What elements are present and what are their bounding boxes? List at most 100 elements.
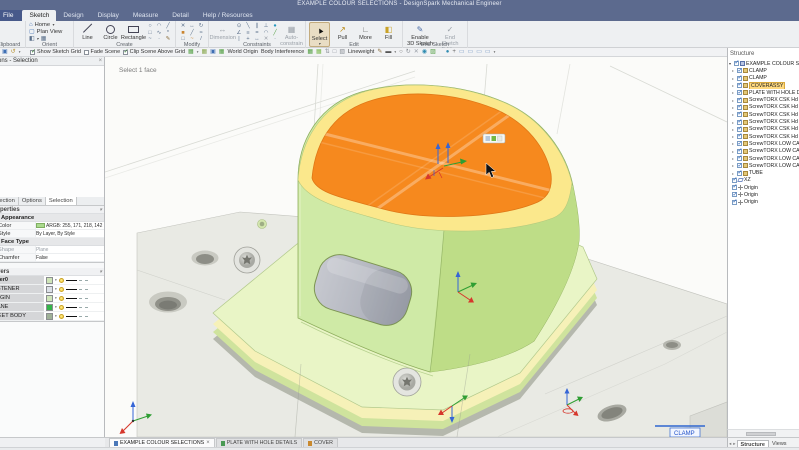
chevron-down-icon[interactable]: ▾ <box>19 50 21 54</box>
expand-icon[interactable]: ▸ <box>732 68 736 73</box>
toolbar-icon[interactable]: ▣ <box>2 48 8 56</box>
checkbox-box[interactable]: ✓ <box>123 49 129 55</box>
visibility-checkbox[interactable]: ✓ <box>737 126 743 132</box>
structure-tree-row[interactable]: ✓ Origin <box>728 191 799 198</box>
toolbar-icon[interactable]: ▧ <box>339 48 345 56</box>
mini-move-grid-icon[interactable] <box>485 136 491 141</box>
structure-tree-row[interactable]: ▸ ✓ ScrewTORX CSK Hd ISO 1 <box>728 96 799 103</box>
checkbox-box[interactable]: ✓ <box>30 49 36 55</box>
toolbar-text-button[interactable]: World Origin <box>227 49 257 55</box>
structure-tree-row[interactable]: ✓ Origin <box>728 184 799 191</box>
layer-line-style[interactable] <box>65 306 77 308</box>
clipboard-tool-icon[interactable]: A <box>0 22 22 28</box>
structure-tree-row[interactable]: ▸ ✓ PLATE WITH HOLE DETAILS <box>728 89 799 96</box>
chevron-down-icon[interactable]: ▾ <box>55 296 57 300</box>
toolbar-icon[interactable]: ▦ <box>307 48 313 56</box>
toolbar-icon[interactable]: + <box>452 48 456 56</box>
toolbar-icon[interactable]: ▦ <box>188 48 194 56</box>
visibility-checkbox[interactable]: ✓ <box>737 68 743 74</box>
toolbar-icon[interactable]: ✕ <box>414 48 419 56</box>
toolbar-icon[interactable]: ▬ <box>385 48 391 56</box>
ribbon-tab[interactable]: File <box>0 10 23 21</box>
layer-row[interactable]: Layer0 ▾ <box>0 276 104 285</box>
viewport-3d[interactable]: Select 1 face CLAMP <box>105 57 727 437</box>
layer-line-style[interactable] <box>65 279 77 281</box>
chevron-down-icon[interactable]: ▾ <box>37 37 39 41</box>
expand-icon[interactable]: ▸ <box>732 112 736 117</box>
visibility-checkbox[interactable]: ✓ <box>737 148 743 154</box>
structure-tree-row[interactable]: ▸ ✓ ScrewTORX CSK Hd ISO 1 <box>728 104 799 111</box>
toolbar-icon[interactable]: ▦ <box>316 48 322 56</box>
expand-icon[interactable]: ▸ <box>732 90 736 95</box>
visibility-checkbox[interactable]: ✓ <box>732 184 738 190</box>
toolbar-checkbox[interactable]: ✓ Clip Scene Above Grid <box>123 49 185 55</box>
visibility-checkbox[interactable]: ✓ <box>737 90 743 96</box>
expand-icon[interactable]: ▸ <box>732 149 736 154</box>
ribbon-tab[interactable]: Measure <box>126 10 165 21</box>
layer-line-weight[interactable] <box>78 288 88 290</box>
toolbar-icon[interactable]: ⇅ <box>325 48 330 56</box>
structure-tree-row[interactable]: ▸ ✓ ScrewTORX CSK Hd ISO 1 <box>728 111 799 118</box>
layer-line-weight[interactable] <box>78 297 88 299</box>
visibility-checkbox[interactable]: ✓ <box>737 133 743 139</box>
structure-tree-row[interactable]: ✓ XZ <box>728 177 799 184</box>
property-row[interactable]: Chamfer False <box>0 254 104 262</box>
layer-line-style[interactable] <box>65 297 77 299</box>
clipboard-tool-icon[interactable]: ■ <box>0 29 22 35</box>
chevron-down-icon[interactable]: ▾ <box>99 206 102 213</box>
layer-row[interactable]: PLANE ▾ <box>0 303 104 312</box>
document-tab[interactable]: PLATE WITH HOLE DETAILS <box>215 438 303 447</box>
visibility-checkbox[interactable]: ✓ <box>732 192 738 198</box>
structure-tree-row[interactable]: ▸ ✓ TUBE <box>728 169 799 176</box>
structure-tree-row[interactable]: ▸ ✓ CLAMP <box>728 67 799 74</box>
layer-visibility-bulb-icon[interactable] <box>58 295 64 301</box>
layer-row[interactable]: SHEET BODY ▾ <box>0 312 104 321</box>
toolbar-icon[interactable]: ▭ <box>476 48 482 56</box>
property-row[interactable]: Style By Layer, By Style <box>0 230 104 238</box>
mini-toolbar[interactable] <box>482 133 506 144</box>
expand-icon[interactable]: ▸ <box>732 76 736 81</box>
expand-icon[interactable]: ▸ <box>732 163 736 168</box>
layer-color-swatch[interactable] <box>46 303 53 311</box>
cover-assembly[interactable] <box>297 84 580 377</box>
visibility-checkbox[interactable]: ✓ <box>737 82 743 88</box>
toolbar-checkbox[interactable]: ✓ Show Sketch Grid <box>30 49 81 55</box>
layer-line-weight[interactable] <box>78 279 88 281</box>
ribbon-tab[interactable]: Detail <box>165 10 196 21</box>
structure-tree-row[interactable]: ▾ ✓ EXAMPLE COLOUR SELECTIONS <box>728 60 799 67</box>
toolbar-icon[interactable]: ▨ <box>430 48 436 56</box>
chevron-down-icon[interactable]: ▾ <box>55 278 57 282</box>
toolbar-icon[interactable]: ✎ <box>377 48 382 56</box>
rectangle-tool-button[interactable]: Rectangle <box>121 22 146 43</box>
structure-hscrollbar[interactable] <box>727 429 799 437</box>
visibility-checkbox[interactable]: ✓ <box>737 75 743 81</box>
visibility-checkbox[interactable]: ✓ <box>734 60 740 66</box>
visibility-checkbox[interactable]: ✓ <box>737 155 743 161</box>
expand-icon[interactable]: ▸ <box>732 156 736 161</box>
toolbar-text-button[interactable]: Body Interference <box>261 49 304 55</box>
structure-tree-row[interactable]: ▸ ✓ COVERASSY <box>728 81 799 90</box>
visibility-checkbox[interactable]: ✓ <box>737 119 743 125</box>
expand-open-icon[interactable]: ▾ <box>729 61 733 66</box>
expand-icon[interactable]: ▸ <box>732 127 736 132</box>
property-row[interactable]: Shape Plane <box>0 246 104 254</box>
structure-tree-row[interactable]: ▸ ✓ ScrewTORX CSK Hd ISO 1 <box>728 133 799 140</box>
toolbar-icon[interactable]: ↺ <box>11 48 16 56</box>
toolbar-icon[interactable]: ◉ <box>422 48 427 56</box>
structure-tree-row[interactable]: ▸ ✓ ScrewTORX LOW CAP HE <box>728 162 799 169</box>
checkbox-box[interactable] <box>84 49 89 55</box>
line-tool-button[interactable]: Line <box>77 22 98 43</box>
layer-line-style[interactable] <box>65 315 77 317</box>
toolbar-icon[interactable]: ▭ <box>485 48 491 56</box>
chevron-down-icon[interactable]: ▾ <box>99 268 102 275</box>
visibility-checkbox[interactable]: ✓ <box>737 111 743 117</box>
expand-icon[interactable]: ▸ <box>732 134 736 139</box>
layer-color-swatch[interactable] <box>46 294 53 302</box>
visibility-checkbox[interactable]: ✓ <box>732 177 738 183</box>
expand-icon[interactable]: ▸ <box>732 98 736 103</box>
mini-plane-icon[interactable] <box>497 135 503 142</box>
layer-visibility-bulb-icon[interactable] <box>58 313 64 319</box>
layer-visibility-bulb-icon[interactable] <box>58 304 64 310</box>
left-panel-tab[interactable]: Options <box>19 197 46 205</box>
expand-icon[interactable]: ▸ <box>732 141 736 146</box>
